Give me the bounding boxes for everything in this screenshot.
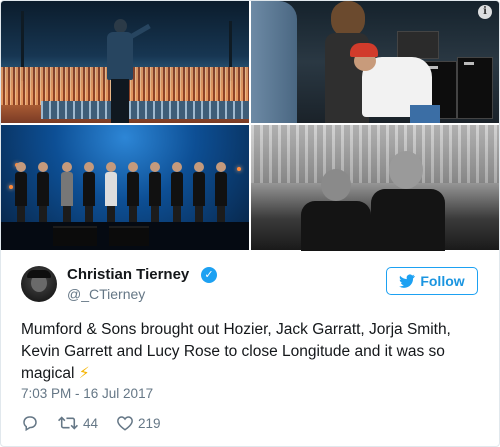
avatar[interactable]: [21, 266, 57, 302]
follow-label: Follow: [420, 273, 465, 289]
tweet-card: i Christian Tierney ✓ @_CTierney Follow …: [0, 0, 500, 447]
photo-stage-crowd[interactable]: [1, 1, 249, 123]
reply-icon: [23, 416, 37, 432]
person: [251, 1, 297, 123]
twitter-bird-icon: [399, 274, 416, 288]
performer: [105, 19, 151, 123]
person: [350, 41, 442, 123]
stage-barrier: [41, 101, 249, 119]
lightning-emoji-icon: ⚡: [78, 365, 90, 382]
person: [371, 151, 445, 251]
retweet-icon: [58, 416, 78, 430]
amplifier: [457, 57, 493, 119]
stage-monitor: [109, 226, 149, 246]
stage-monitor: [53, 226, 97, 246]
retweet-count: 44: [83, 415, 99, 431]
heart-icon: [117, 416, 133, 431]
verified-badge-icon: ✓: [201, 267, 217, 283]
reply-button[interactable]: [21, 414, 39, 432]
tweet-text: Mumford & Sons brought out Hozier, Jack …: [21, 319, 483, 385]
like-count: 219: [138, 415, 161, 431]
author-handle[interactable]: @_CTierney: [67, 286, 145, 302]
person: [301, 169, 371, 251]
photo-band-lineup[interactable]: [1, 125, 249, 250]
info-icon[interactable]: i: [478, 5, 492, 19]
author-name[interactable]: Christian Tierney: [67, 266, 189, 283]
retweet-button[interactable]: 44: [57, 414, 98, 432]
tweet-timestamp[interactable]: 7:03 PM - 16 Jul 2017: [21, 386, 153, 401]
tweet-actions: 44 219: [21, 413, 179, 433]
like-button[interactable]: 219: [116, 414, 161, 432]
follow-button[interactable]: Follow: [386, 267, 478, 295]
